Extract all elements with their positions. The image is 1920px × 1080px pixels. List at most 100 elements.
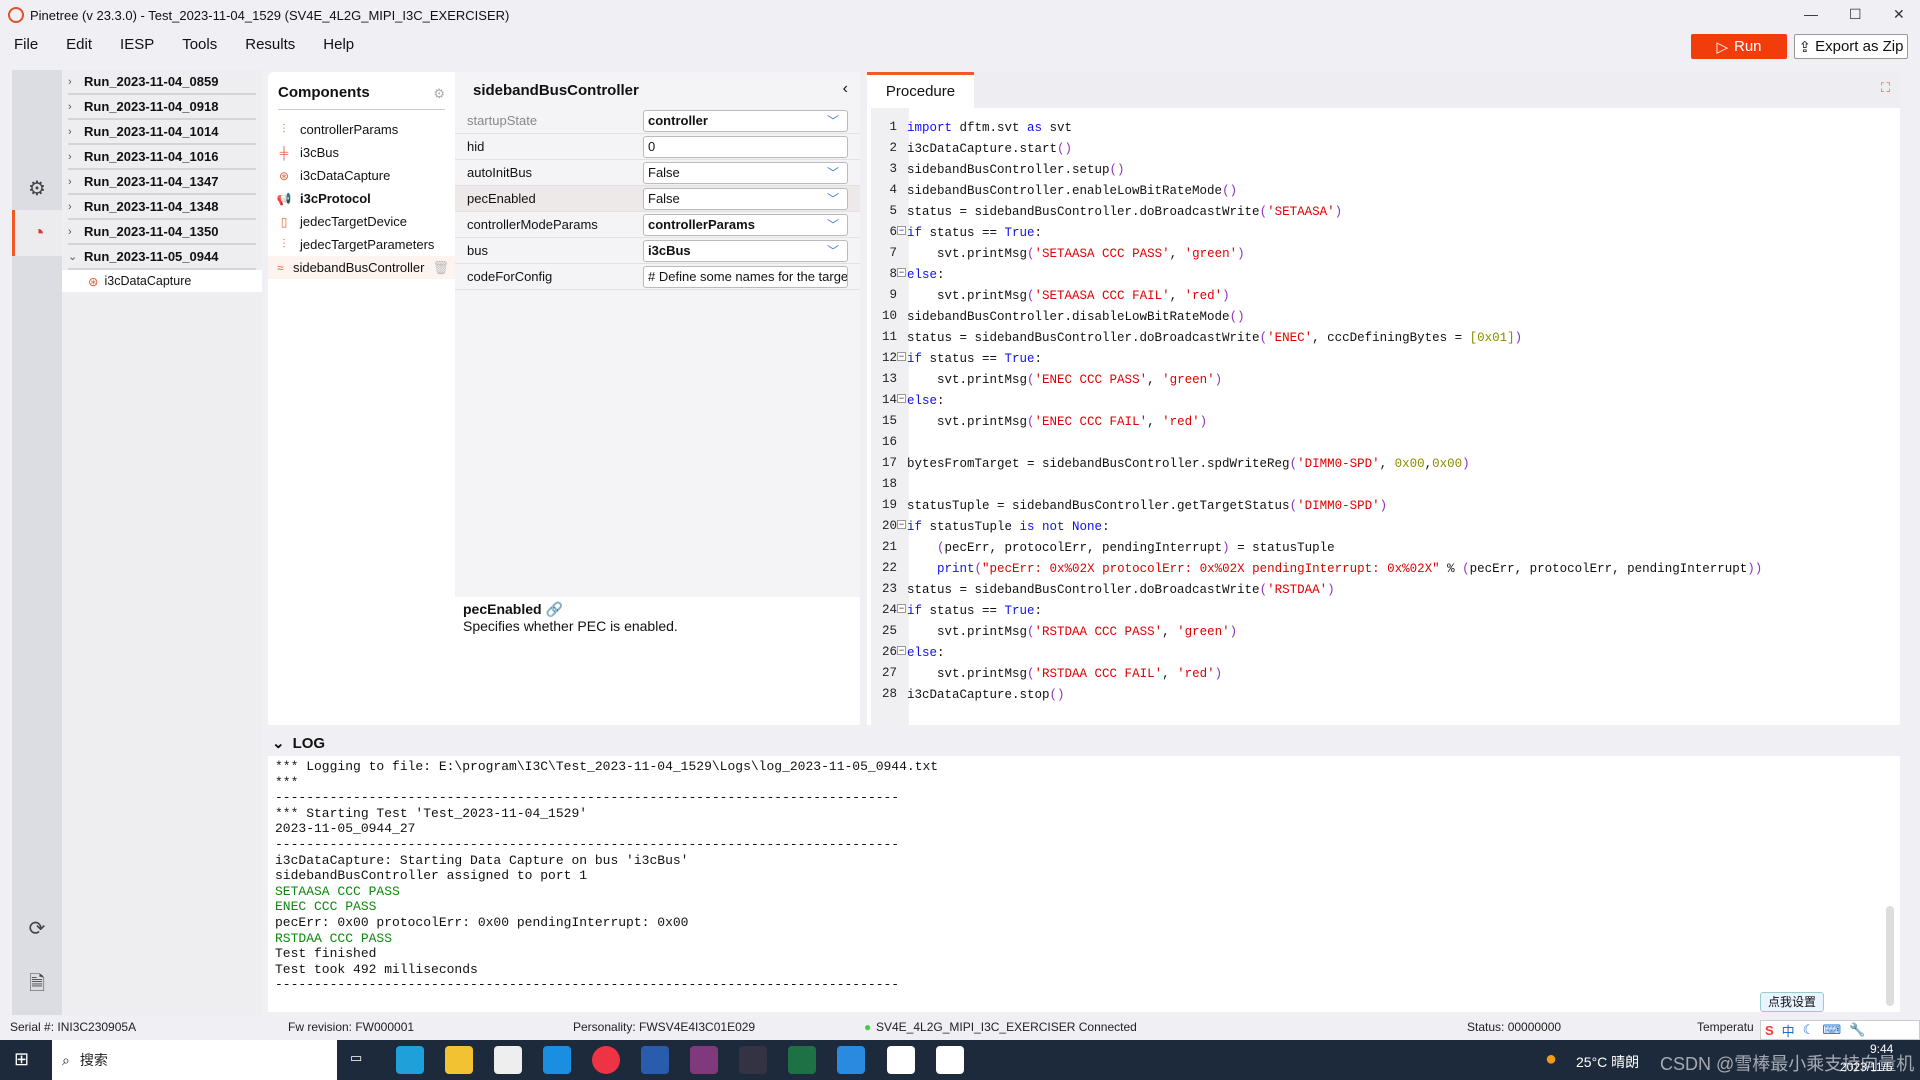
property-dropdown[interactable]: False ﹀ <box>643 187 848 210</box>
chevron-right-icon[interactable]: › <box>68 101 84 113</box>
component-jedecTargetParameters[interactable]: ⫶ jedecTargetParameters <box>268 233 455 256</box>
code-token: , <box>1147 414 1163 429</box>
log-scrollbar[interactable] <box>1886 906 1894 1006</box>
chevron-down-icon[interactable]: ﹀ <box>827 164 839 181</box>
run-item[interactable]: › Run_2023-11-04_1014 <box>68 120 256 145</box>
export-zip-button[interactable]: ⇪ Export as Zip <box>1794 34 1908 59</box>
chevron-right-icon[interactable]: › <box>68 201 84 213</box>
chevron-right-icon[interactable]: › <box>68 76 84 88</box>
line-number: 24 <box>881 603 897 617</box>
pinetree-app-icon[interactable] <box>887 1046 915 1074</box>
menu-iesp[interactable]: IESP <box>106 32 168 58</box>
menu-tools[interactable]: Tools <box>168 32 231 58</box>
chevron-right-icon[interactable]: › <box>68 126 84 138</box>
run-item[interactable]: › Run_2023-11-04_0859 <box>68 70 256 95</box>
menu-help[interactable]: Help <box>309 32 368 58</box>
component-i3cProtocol[interactable]: 📢 i3cProtocol <box>268 187 455 210</box>
run-label: Run <box>1734 38 1762 55</box>
chrome-icon[interactable] <box>592 1046 620 1074</box>
property-input[interactable]: # Define some names for the targe <box>643 265 848 288</box>
pinetree-app-icon-2[interactable] <box>936 1046 964 1074</box>
run-item[interactable]: › Run_2023-11-04_0918 <box>68 95 256 120</box>
menu-file[interactable]: File <box>0 32 52 58</box>
property-dropdown[interactable]: controllerParams ﹀ <box>643 213 848 236</box>
fold-toggle-icon[interactable]: − <box>897 646 906 655</box>
property-value: controllerParams <box>648 217 755 232</box>
chevron-right-icon[interactable]: › <box>68 226 84 238</box>
run-item[interactable]: › Run_2023-11-04_1016 <box>68 145 256 170</box>
chevron-down-icon[interactable]: ﹀ <box>827 112 839 129</box>
vscode-icon[interactable] <box>837 1046 865 1074</box>
maximize-button[interactable]: ☐ <box>1849 6 1862 23</box>
line-number: 23 <box>881 582 897 596</box>
fold-toggle-icon[interactable]: − <box>897 268 906 277</box>
code-token: ) <box>1214 666 1223 681</box>
task-view-icon[interactable]: ▭ <box>350 1050 362 1066</box>
chevron-down-icon[interactable]: ⌄ <box>272 734 285 752</box>
close-button[interactable]: ✕ <box>1893 6 1905 23</box>
code-token: sidebandBusController.setup <box>907 162 1110 177</box>
ime-mode[interactable]: 中 <box>1782 1021 1795 1040</box>
file-explorer-icon[interactable] <box>445 1046 473 1074</box>
mail-icon[interactable] <box>543 1046 571 1074</box>
taskbar: ⊞ ⌕ 搜索 ▭ ● 25°C 晴朗 CSDN @雪棒最小乘支持向量机 9:44 … <box>0 1040 1920 1080</box>
fold-toggle-icon[interactable]: − <box>897 394 906 403</box>
collapse-chevron-icon[interactable]: ‹ <box>843 80 848 98</box>
onenote-icon[interactable] <box>690 1046 718 1074</box>
chevron-down-icon[interactable]: ⌄ <box>68 250 84 263</box>
property-dropdown[interactable]: controller ﹀ <box>643 109 848 132</box>
taskbar-search[interactable]: ⌕ 搜索 <box>52 1040 337 1080</box>
document-icon[interactable]: 🗎 <box>12 963 62 1009</box>
menu-results[interactable]: Results <box>231 32 309 58</box>
run-item[interactable]: ⌄ Run_2023-11-05_0944 <box>68 245 256 270</box>
property-dropdown[interactable]: False ﹀ <box>643 161 848 184</box>
refresh-icon[interactable]: ⟳ <box>12 905 62 951</box>
run-item[interactable]: › Run_2023-11-04_1348 <box>68 195 256 220</box>
app-logo-icon <box>8 7 24 23</box>
chevron-down-icon[interactable]: ﹀ <box>827 190 839 207</box>
sliders-icon: ⫶ <box>282 237 286 251</box>
settings-sliders-icon[interactable]: ⚙ <box>12 165 62 211</box>
fold-toggle-icon[interactable]: − <box>897 352 906 361</box>
fold-toggle-icon[interactable]: − <box>897 226 906 235</box>
chevron-down-icon[interactable]: ﹀ <box>827 242 839 259</box>
results-pie-icon[interactable]: ◔ <box>12 210 62 256</box>
excel-icon[interactable] <box>788 1046 816 1074</box>
ime-toolbar[interactable]: S 中 ☾ ⌨ 🔧 <box>1760 1020 1920 1040</box>
component-i3cBus[interactable]: ╪ i3cBus <box>268 141 455 164</box>
menu-edit[interactable]: Edit <box>52 32 106 58</box>
run-button[interactable]: ▷ Run <box>1691 34 1787 59</box>
code-token: , <box>1424 456 1433 471</box>
capture-icon: ⊛ <box>278 168 290 183</box>
code-token: 'green' <box>1184 246 1238 261</box>
store-icon[interactable] <box>494 1046 522 1074</box>
edge-icon[interactable] <box>396 1046 424 1074</box>
minimize-button[interactable]: — <box>1804 6 1818 22</box>
run-child-item[interactable]: ⊛ i3cDataCapture <box>62 270 262 292</box>
chevron-right-icon[interactable]: › <box>68 151 84 163</box>
terminal-icon[interactable] <box>739 1046 767 1074</box>
gear-icon[interactable]: ⚙ <box>433 86 445 102</box>
chevron-down-icon[interactable]: ﹀ <box>827 216 839 233</box>
code-token: () <box>1229 309 1245 324</box>
run-item[interactable]: › Run_2023-11-04_1347 <box>68 170 256 195</box>
chevron-right-icon[interactable]: › <box>68 176 84 188</box>
component-sidebandBusController[interactable]: ≈ sidebandBusController 🗑 <box>268 256 455 279</box>
run-label: Run_2023-11-05_0944 <box>84 249 219 264</box>
property-input[interactable]: 0 <box>643 135 848 158</box>
line-number: 22 <box>881 561 897 575</box>
run-item[interactable]: › Run_2023-11-04_1350 <box>68 220 256 245</box>
weather-sun-icon: ● <box>1545 1048 1558 1070</box>
windows-start-icon[interactable]: ⊞ <box>14 1049 29 1070</box>
fold-toggle-icon[interactable]: − <box>897 604 906 613</box>
delete-icon[interactable]: 🗑 <box>432 260 449 276</box>
component-jedecTargetDevice[interactable]: ▯ jedecTargetDevice <box>268 210 455 233</box>
code-token: as <box>1027 120 1043 135</box>
property-dropdown[interactable]: i3cBus ﹀ <box>643 239 848 262</box>
word-icon[interactable] <box>641 1046 669 1074</box>
tab-procedure[interactable]: Procedure <box>867 72 974 108</box>
component-controllerParams[interactable]: ⫶ controllerParams <box>268 118 455 141</box>
component-i3cDataCapture[interactable]: ⊛ i3cDataCapture <box>268 164 455 187</box>
fullscreen-icon[interactable]: ⛶ <box>1881 80 1890 96</box>
fold-toggle-icon[interactable]: − <box>897 520 906 529</box>
